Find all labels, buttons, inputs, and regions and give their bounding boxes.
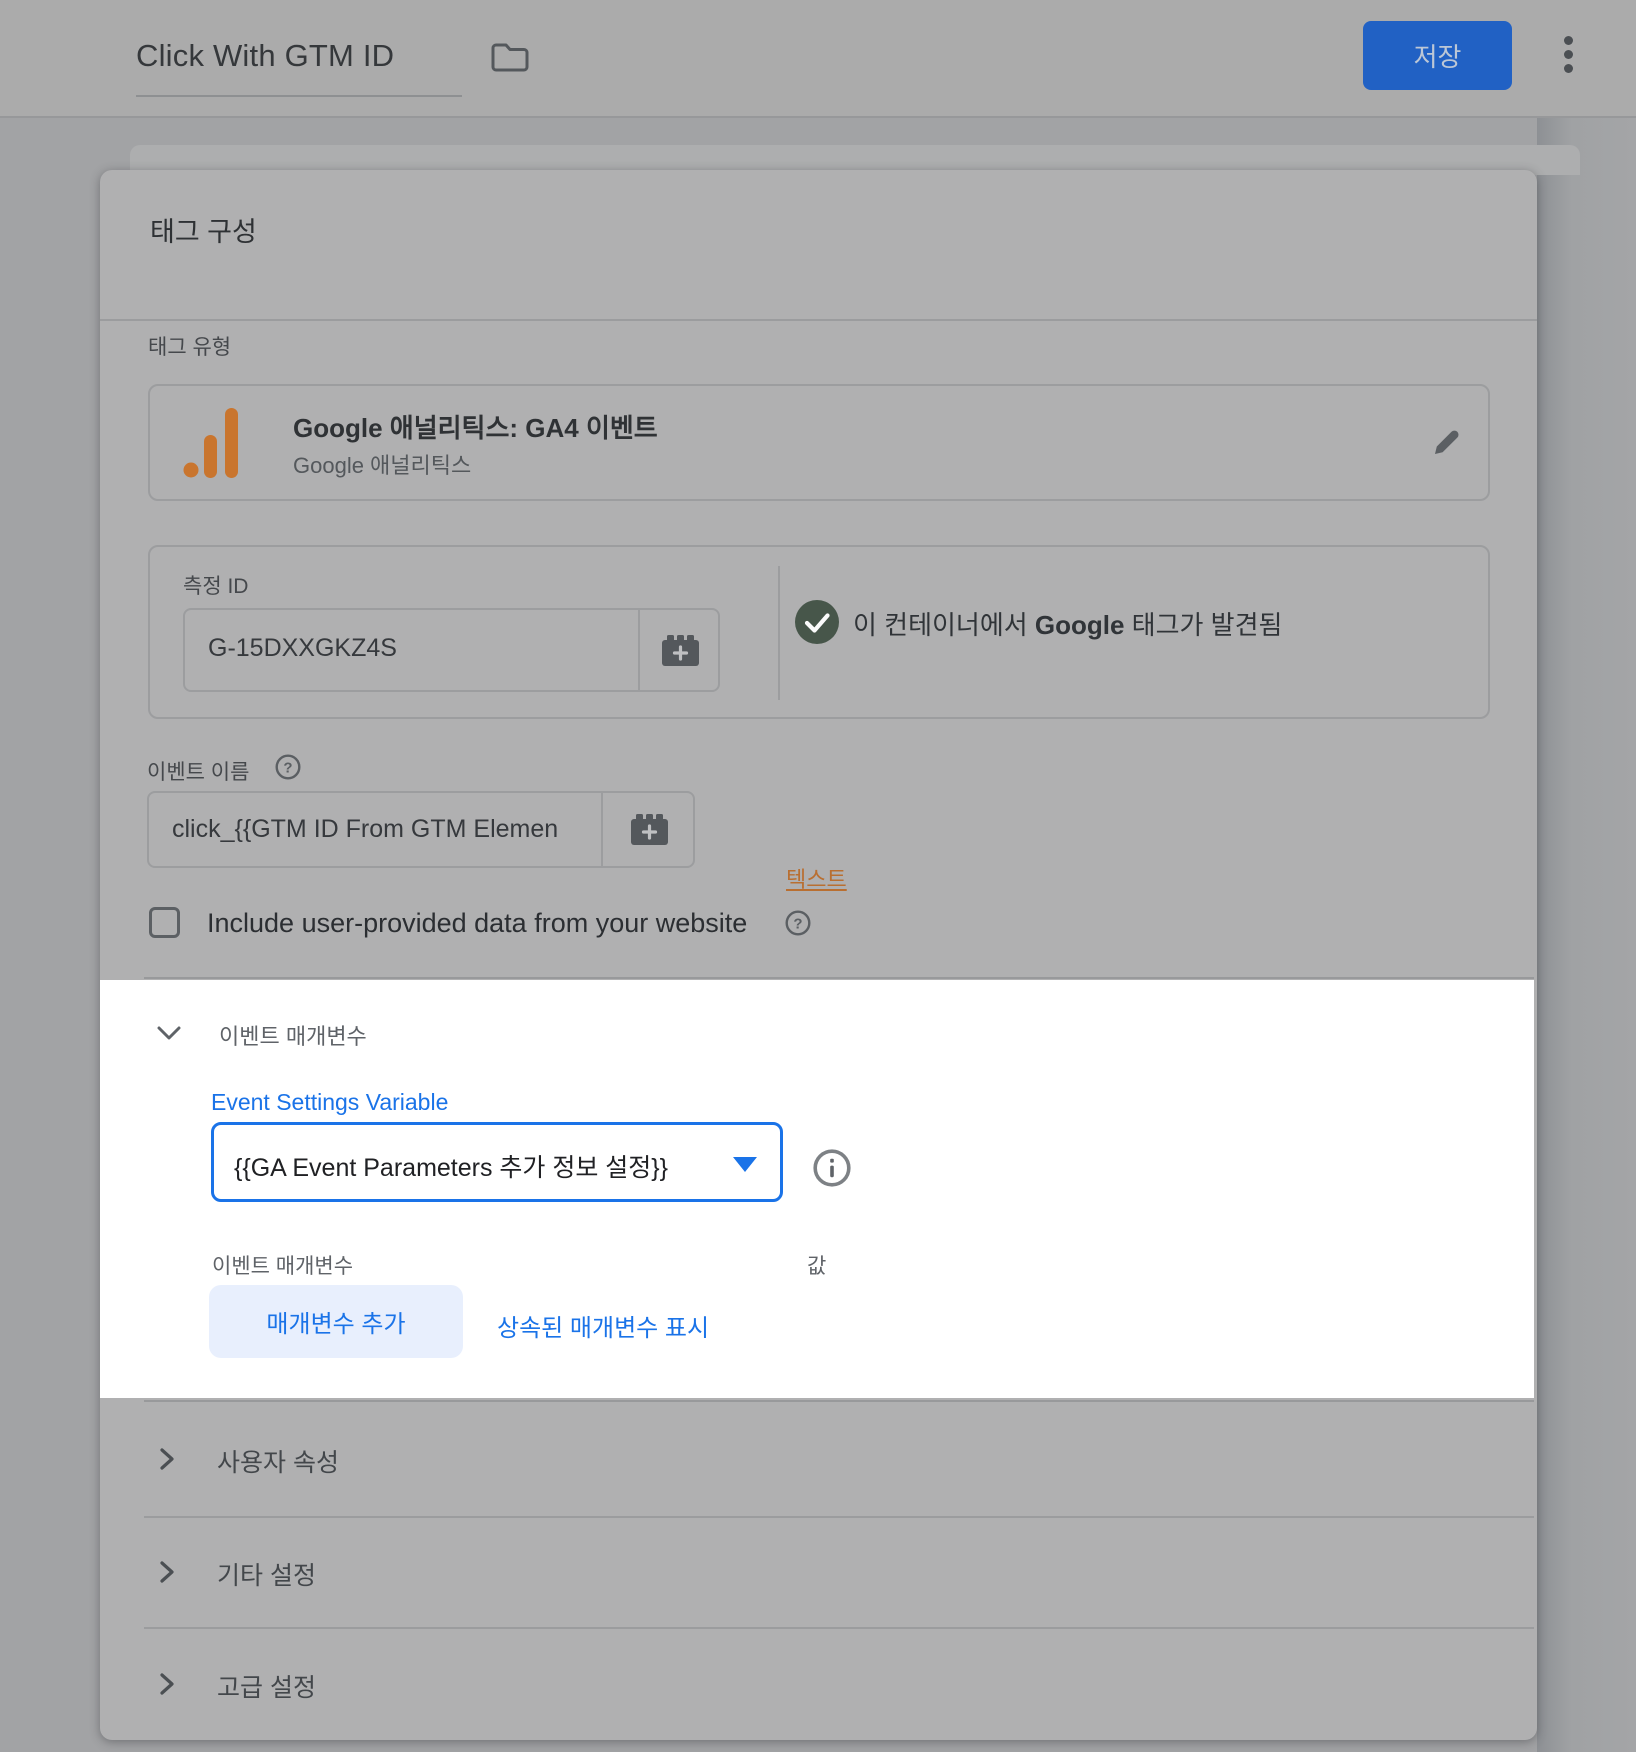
google-analytics-icon (183, 406, 239, 478)
include-user-data-help-icon[interactable]: ? (785, 910, 811, 936)
chevron-right-icon[interactable] (160, 1561, 174, 1583)
section-more-settings[interactable]: 기타 설정 (217, 1556, 316, 1592)
svg-text:?: ? (283, 759, 292, 776)
chevron-down-icon[interactable] (157, 1026, 181, 1040)
google-tag-found-check-icon (795, 600, 839, 644)
page-right-margin-shade (1537, 118, 1636, 1752)
section-divider (144, 1627, 1534, 1629)
event-name-value: click_{{GTM ID From GTM Elemen (172, 815, 596, 844)
tag-type-vendor: Google 애널리틱스 (293, 448, 471, 480)
tag-type-label: 태그 유형 (148, 331, 231, 361)
chevron-right-icon[interactable] (160, 1673, 174, 1695)
section-user-properties[interactable]: 사용자 속성 (217, 1443, 339, 1479)
add-parameter-button-label: 매개변수 추가 (266, 1304, 405, 1339)
event-name-label: 이벤트 이름 (147, 756, 249, 786)
add-parameter-button[interactable]: 매개변수 추가 (209, 1285, 463, 1358)
edit-pencil-icon[interactable] (1428, 424, 1464, 460)
gtm-tag-editor: Click With GTM ID 저장 태그 구성 태그 유형 Google … (0, 0, 1636, 1752)
dropdown-caret-icon (733, 1157, 757, 1172)
section-advanced-settings[interactable]: 고급 설정 (217, 1668, 316, 1704)
save-button-label: 저장 (1414, 37, 1462, 74)
text-link[interactable]: 텍스트 (786, 862, 847, 894)
found-text-suffix: 태그가 발견됨 (1124, 610, 1282, 640)
variable-picker-icon[interactable] (662, 635, 699, 671)
tag-title-underline (136, 95, 462, 97)
found-text-google: Google (1035, 610, 1125, 640)
measurement-id-value: G-15DXXGKZ4S (208, 634, 397, 663)
measurement-box-divider (778, 566, 780, 700)
save-button[interactable]: 저장 (1363, 21, 1512, 90)
info-icon[interactable] (812, 1148, 852, 1188)
measurement-id-label: 측정 ID (183, 570, 248, 600)
tag-title[interactable]: Click With GTM ID (136, 38, 394, 74)
event-settings-variable-value: {{GA Event Parameters 추가 정보 설정}} (234, 1148, 668, 1184)
value-column-label: 값 (807, 1250, 826, 1280)
show-inherited-parameters-link[interactable]: 상속된 매개변수 표시 (497, 1308, 709, 1343)
section-divider (144, 977, 1534, 979)
parameter-column-label: 이벤트 매개변수 (212, 1250, 353, 1280)
include-user-data-label: Include user-provided data from your web… (207, 908, 747, 939)
panel-title-divider (100, 319, 1537, 321)
event-name-help-icon[interactable]: ? (275, 754, 301, 780)
event-parameters-header[interactable]: 이벤트 매개변수 (219, 1019, 367, 1051)
event-settings-variable-label: Event Settings Variable (211, 1089, 448, 1116)
tag-type-name: Google 애널리틱스: GA4 이벤트 (293, 408, 658, 445)
event-name-variable-picker-icon[interactable] (631, 814, 668, 850)
include-user-data-checkbox[interactable] (149, 907, 180, 938)
section-divider (144, 1516, 1534, 1518)
google-tag-found-text: 이 컨테이너에서 Google 태그가 발견됨 (853, 605, 1282, 642)
svg-text:?: ? (793, 915, 802, 932)
found-text-prefix: 이 컨테이너에서 (853, 610, 1035, 640)
folder-icon[interactable] (490, 40, 530, 74)
section-divider (144, 1400, 1534, 1402)
chevron-right-icon[interactable] (160, 1448, 174, 1470)
panel-title: 태그 구성 (150, 210, 257, 249)
more-menu-icon[interactable] (1556, 34, 1580, 82)
